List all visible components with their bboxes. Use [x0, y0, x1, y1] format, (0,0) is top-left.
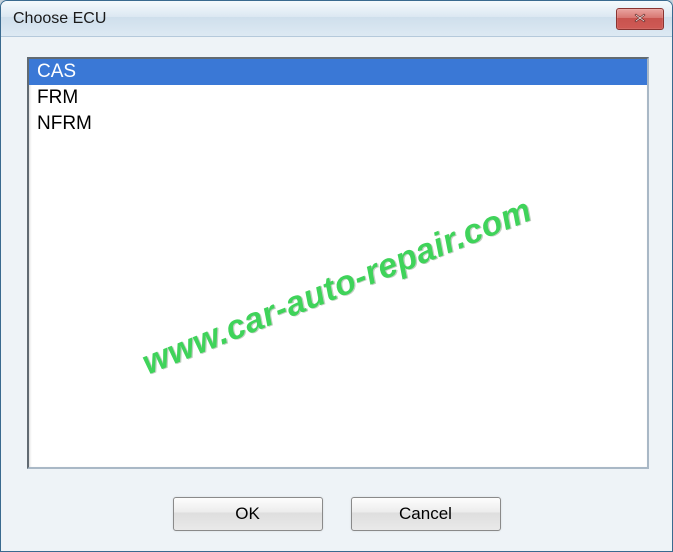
client-area: CAS FRM NFRM OK Cancel: [1, 37, 672, 551]
close-icon: [634, 10, 646, 28]
ok-button[interactable]: OK: [173, 497, 323, 531]
list-item[interactable]: CAS: [29, 59, 647, 85]
titlebar[interactable]: Choose ECU: [1, 1, 672, 37]
window-title: Choose ECU: [13, 10, 106, 28]
close-button[interactable]: [616, 8, 664, 30]
button-row: OK Cancel: [1, 497, 672, 531]
list-item[interactable]: FRM: [29, 85, 647, 111]
dialog-window: Choose ECU CAS FRM NFRM OK Cancel www.ca…: [0, 0, 673, 552]
cancel-button[interactable]: Cancel: [351, 497, 501, 531]
ecu-listbox[interactable]: CAS FRM NFRM: [27, 57, 649, 469]
list-item[interactable]: NFRM: [29, 111, 647, 137]
